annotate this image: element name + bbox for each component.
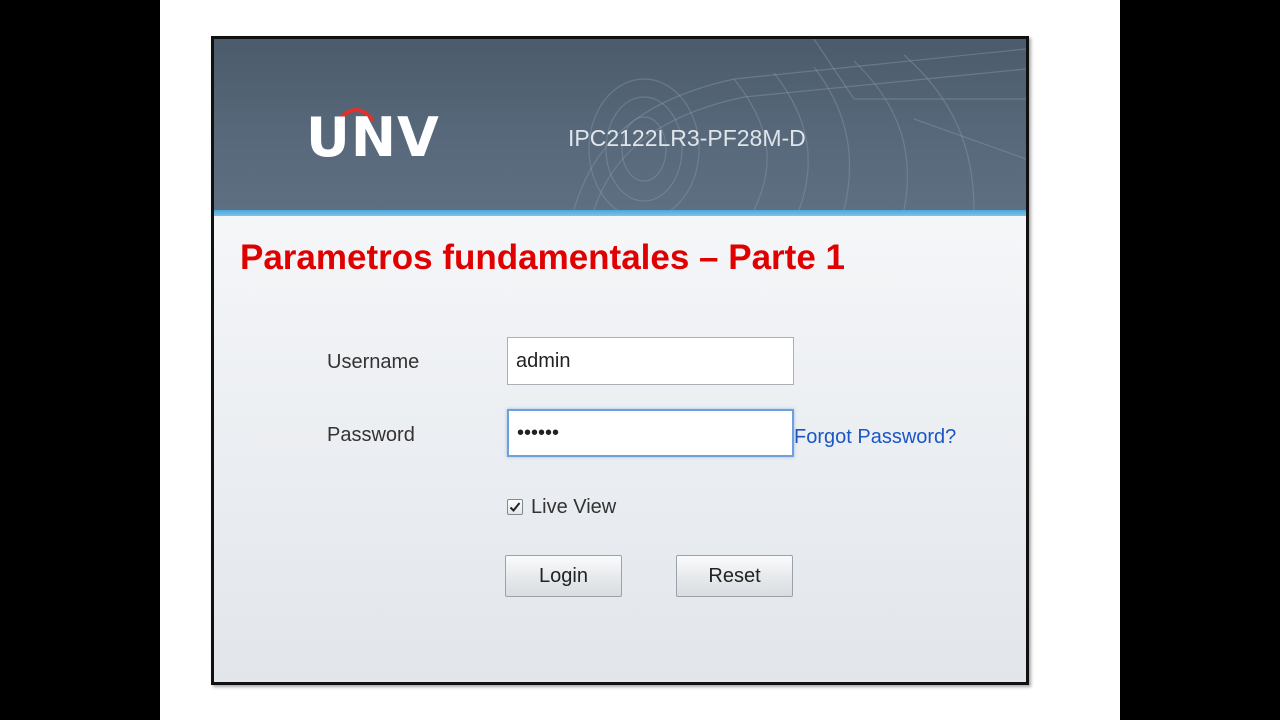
reset-button[interactable]: Reset bbox=[676, 555, 793, 597]
username-label: Username bbox=[327, 351, 420, 373]
brand-logo: UNV bbox=[306, 106, 440, 169]
login-window: UNV IPC2122LR3-PF28M-D Parametros fundam… bbox=[211, 36, 1029, 685]
password-input[interactable] bbox=[507, 409, 794, 457]
header-banner: UNV IPC2122LR3-PF28M-D bbox=[214, 39, 1026, 210]
live-view-checkbox[interactable] bbox=[507, 499, 523, 515]
login-button[interactable]: Login bbox=[505, 555, 622, 597]
checkmark-icon bbox=[509, 502, 521, 512]
header-accent-stripe bbox=[214, 210, 1026, 216]
overlay-title: Parametros fundamentales – Parte 1 bbox=[240, 238, 845, 277]
username-input[interactable] bbox=[507, 337, 794, 385]
device-model: IPC2122LR3-PF28M-D bbox=[568, 125, 806, 151]
live-view-label: Live View bbox=[531, 496, 617, 518]
forgot-password-link[interactable]: Forgot Password? bbox=[794, 427, 956, 447]
password-label: Password bbox=[327, 424, 415, 446]
